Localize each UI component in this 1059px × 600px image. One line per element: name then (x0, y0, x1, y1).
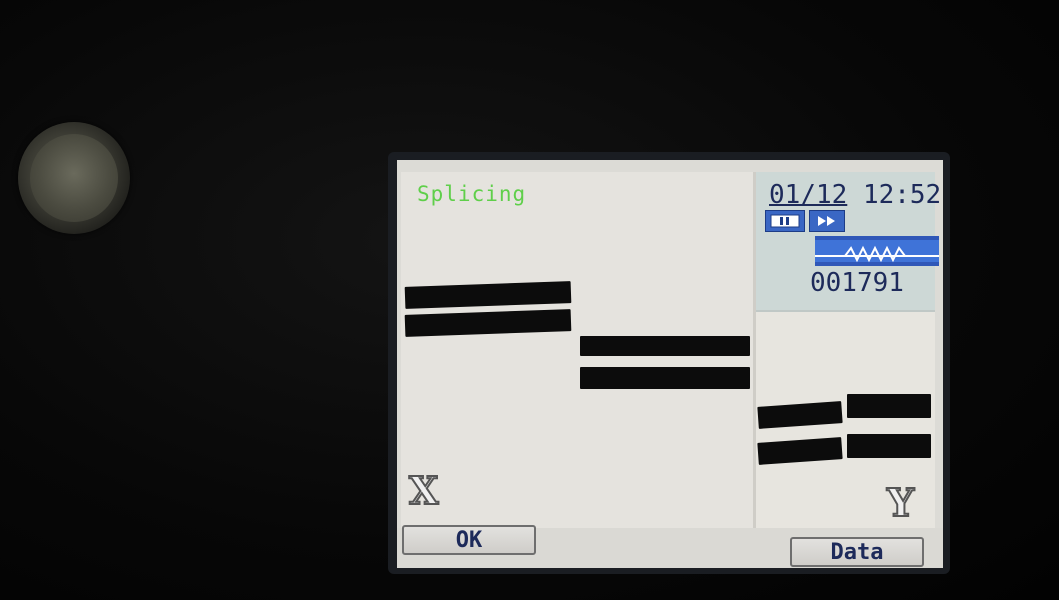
fiber-left-lower (404, 309, 572, 337)
arc-discharge-icon (815, 236, 939, 266)
splicer-screen: Splicing 01/12 12:52 001791 X Y OK Data (397, 160, 943, 568)
data-button[interactable]: Data (790, 537, 924, 567)
fiber-y-left-upper (757, 401, 843, 429)
fiber-y-left-lower (757, 437, 843, 465)
datetime-display: 01/12 12:52 (769, 180, 941, 210)
fiber-left-upper (404, 281, 572, 309)
fiber-right-lower (580, 367, 750, 389)
ok-button[interactable]: OK (402, 525, 536, 555)
pause-icon (765, 210, 805, 232)
x-camera-view (401, 172, 756, 528)
fiber-y-right-lower (847, 434, 931, 458)
fiber-y-right-upper (847, 394, 931, 418)
mode-title: Splicing (417, 182, 527, 206)
forward-icon (809, 210, 845, 232)
splice-counter: 001791 (810, 268, 904, 298)
x-axis-label: X (408, 467, 440, 514)
device-knob (18, 122, 130, 234)
date-text: 01/12 (769, 180, 848, 210)
fiber-right-upper (580, 336, 750, 356)
time-text: 12:52 (862, 180, 942, 210)
y-axis-label: Y (886, 479, 915, 526)
